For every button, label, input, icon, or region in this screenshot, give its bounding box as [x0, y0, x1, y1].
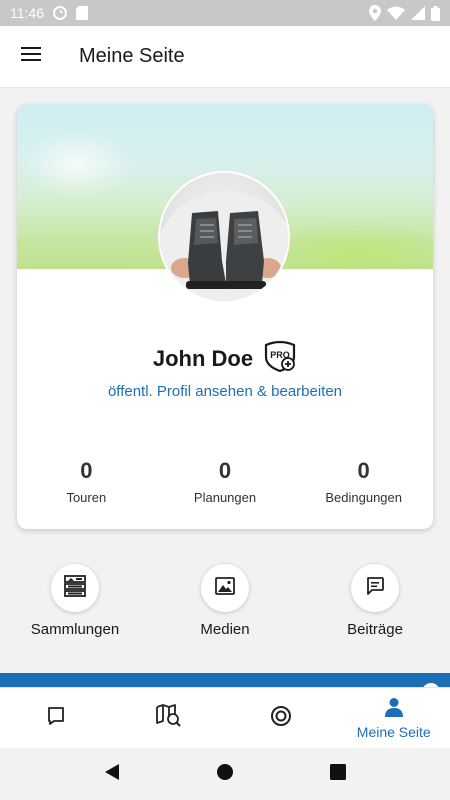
profile-name: John Doe — [152, 345, 254, 371]
wifi-icon — [387, 6, 405, 20]
stat-value: 0 — [357, 458, 370, 483]
collections-button[interactable]: Sammlungen — [0, 564, 150, 638]
nav-item-map[interactable] — [113, 688, 226, 748]
posts-label: Beiträge — [347, 621, 403, 638]
profile-card: John Doe PRO öffentl. Profil ansehen & b… — [17, 104, 433, 529]
status-time: 11:46 — [10, 5, 44, 21]
recents-square-icon — [330, 763, 347, 785]
collections-icon — [64, 574, 86, 602]
pro-badge-icon: PRO — [263, 340, 297, 377]
stat-label: Touren — [66, 490, 107, 505]
system-nav-bar — [0, 748, 450, 800]
posts-button[interactable]: Beiträge — [300, 564, 450, 638]
nav-item-record[interactable] — [225, 688, 338, 748]
blue-strip — [0, 673, 450, 687]
posts-icon — [366, 576, 384, 600]
recents-button[interactable] — [318, 754, 358, 794]
stat-plannings[interactable]: 0 Planungen — [156, 458, 295, 505]
back-triangle-icon — [104, 763, 120, 786]
bottom-nav: Meine Seite — [0, 687, 450, 748]
profile-stats: 0 Touren 0 Planungen 0 Bedingungen — [17, 458, 433, 505]
app-bar: Meine Seite — [0, 26, 450, 88]
signal-icon — [411, 6, 425, 20]
location-icon — [369, 5, 381, 21]
media-label: Medien — [200, 621, 250, 638]
collections-label: Sammlungen — [30, 621, 120, 638]
stat-value: 0 — [218, 458, 232, 483]
sd-card-icon — [76, 6, 88, 20]
page-title: Meine Seite — [79, 45, 185, 67]
nav-item-bookmarks[interactable] — [0, 688, 113, 748]
status-bar: 11:46 — [0, 0, 450, 26]
home-circle-icon — [216, 763, 234, 786]
avatar[interactable] — [158, 171, 290, 303]
avatar-image — [160, 191, 288, 301]
hamburger-menu-icon — [21, 46, 41, 67]
menu-button[interactable] — [0, 26, 62, 88]
record-icon — [270, 705, 292, 732]
image-icon — [215, 576, 235, 600]
profile-name-row: John Doe PRO — [17, 340, 433, 377]
home-button[interactable] — [205, 754, 245, 794]
map-search-icon — [155, 703, 182, 733]
stat-label: Planungen — [193, 490, 257, 505]
bookmark-icon — [46, 706, 66, 731]
back-button[interactable] — [92, 754, 132, 794]
stat-value: 0 — [80, 458, 93, 483]
stat-label: Bedingungen — [325, 490, 402, 505]
media-button[interactable]: Medien — [150, 564, 300, 638]
nav-item-my-page[interactable]: Meine Seite — [338, 688, 450, 748]
stat-tours[interactable]: 0 Touren — [17, 458, 156, 505]
public-profile-link[interactable]: öffentl. Profil ansehen & bearbeiten — [17, 383, 433, 400]
sync-icon — [52, 5, 68, 21]
person-icon — [384, 697, 404, 722]
battery-icon — [431, 5, 440, 21]
stat-conditions[interactable]: 0 Bedingungen — [294, 458, 433, 505]
quick-actions: Sammlungen Medien Beiträge — [0, 564, 450, 638]
nav-label-my-page: Meine Seite — [356, 723, 431, 740]
